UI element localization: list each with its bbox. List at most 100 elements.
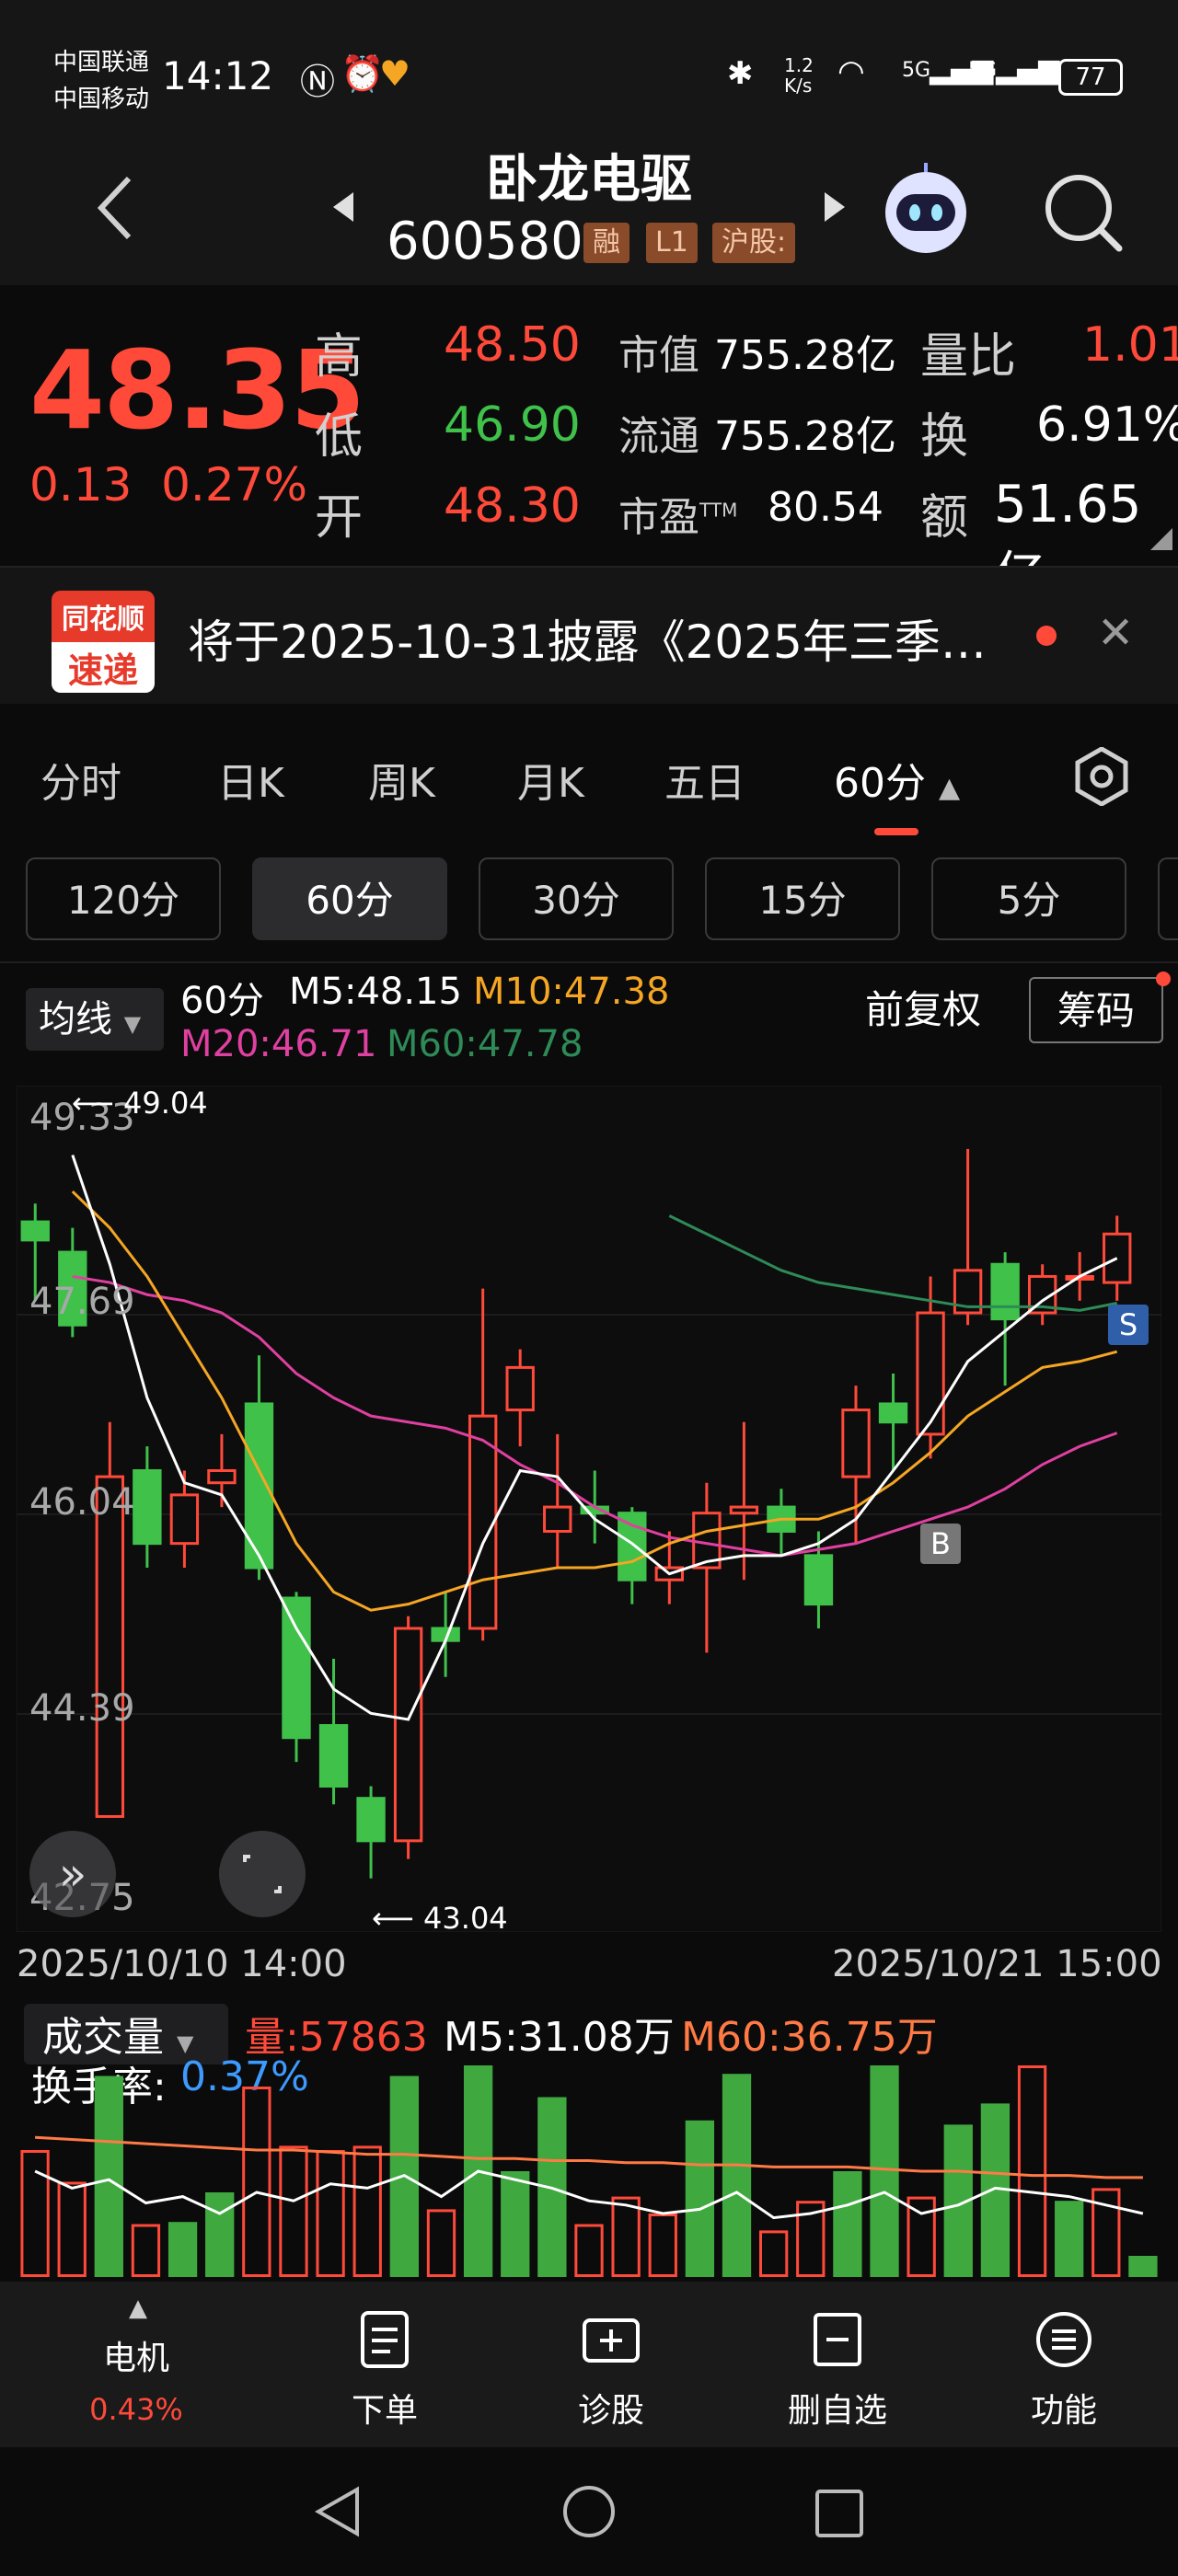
candle-body-5 <box>207 1469 237 1485</box>
tab-daily[interactable]: 日K <box>217 750 284 809</box>
sell-marker[interactable]: S <box>1108 1305 1149 1345</box>
clock: 14:12 <box>162 53 274 98</box>
net-speed: 1.2 K/s <box>784 54 814 97</box>
pill-30min[interactable]: 30分 <box>479 857 674 940</box>
chips-dot <box>1156 972 1171 986</box>
candle-body-21 <box>803 1554 834 1606</box>
badge-bottom: 速递 <box>52 642 155 693</box>
nav-functions[interactable]: 功能 <box>990 2309 1138 2432</box>
ma10-value: M10:47.38 <box>473 971 670 1013</box>
tab-weekly[interactable]: 周K <box>368 750 435 809</box>
volume-bar-1 <box>57 2181 87 2277</box>
volume-bar-27 <box>1017 2065 1047 2277</box>
volume-bar-13 <box>501 2171 530 2277</box>
volume-chart[interactable] <box>17 2001 1161 2277</box>
ma60-value: M60:47.78 <box>387 1023 583 1065</box>
collapse-up-icon[interactable]: ▲ <box>129 2294 147 2322</box>
last-price: 48.35 <box>29 327 365 454</box>
change-percent: 0.27% <box>161 458 307 512</box>
search-icon[interactable] <box>1042 171 1125 258</box>
low-annotation: ⟵ 43.04 <box>372 1901 508 1936</box>
menu-circle-icon <box>990 2309 1138 2384</box>
fast-forward-icon[interactable]: » <box>29 1831 116 1917</box>
y-label-3: 46.04 <box>29 1481 135 1524</box>
robot-assistant-icon[interactable] <box>878 161 974 260</box>
close-icon[interactable]: ✕ <box>1097 607 1134 659</box>
signal-bars-2-icon: ▂▄▆ <box>996 53 1060 86</box>
fullscreen-icon[interactable] <box>219 1831 306 1917</box>
ma-selector[interactable]: 均线 ▼ <box>26 988 164 1051</box>
mktcap-label: 市值 <box>618 332 699 379</box>
high-value: 48.50 <box>444 317 581 373</box>
volume-bar-16 <box>611 2196 641 2277</box>
mktcap-value: 755.28亿 <box>714 332 896 379</box>
arrow-left-icon: ⟵ <box>72 1086 114 1121</box>
volume-bar-5 <box>205 2192 235 2277</box>
sys-home-icon[interactable] <box>561 2484 617 2543</box>
expand-corner-icon[interactable] <box>1150 528 1172 554</box>
tab-60min[interactable]: 60分 ▲ <box>834 750 960 809</box>
news-text[interactable]: 将于2025-10-31披露《2025年三季… <box>188 605 987 672</box>
pill-15min[interactable]: 15分 <box>705 857 900 940</box>
pe-label-text: 市盈 <box>618 494 699 541</box>
prev-stock-icon[interactable] <box>329 189 357 229</box>
tab-monthly[interactable]: 月K <box>517 750 584 809</box>
tag-connect: 沪股: <box>712 223 796 263</box>
candle-body-22 <box>841 1409 871 1478</box>
chevron-down-icon: ▼ <box>123 1011 142 1037</box>
volume-bar-0 <box>20 2150 50 2277</box>
ma-selector-label: 均线 <box>39 998 112 1041</box>
change-value: 0.13 <box>29 458 133 512</box>
candle-body-23 <box>878 1402 908 1424</box>
carrier-labels: 中国联通 中国移动 <box>53 44 149 118</box>
volume-bar-7 <box>279 2145 308 2277</box>
volume-bar-9 <box>352 2145 382 2277</box>
news-badge: 同花顺 速递 <box>52 591 155 693</box>
volume-bar-22 <box>833 2171 862 2277</box>
nav-order[interactable]: 下单 <box>311 2309 458 2432</box>
amount-label: 额 <box>920 490 969 546</box>
volume-bar-6 <box>242 2087 271 2277</box>
float-value: 755.28亿 <box>714 413 896 460</box>
candle-body-2 <box>95 1475 125 1818</box>
buy-marker[interactable]: B <box>920 1524 961 1564</box>
sys-back-icon[interactable] <box>311 2484 366 2543</box>
pill-60min[interactable]: 60分 <box>252 857 447 940</box>
candle-body-19 <box>729 1505 759 1515</box>
y-label-4: 44.39 <box>29 1687 135 1730</box>
open-label: 开 <box>315 490 364 546</box>
nav-diagnose[interactable]: 诊股 <box>537 2309 685 2432</box>
volume-m5-line <box>34 2169 1144 2220</box>
next-stock-icon[interactable] <box>821 189 849 229</box>
volume-bar-19 <box>722 2074 752 2277</box>
volume-bar-30 <box>1128 2256 1158 2277</box>
ma5-value: M5:48.15 <box>289 971 462 1013</box>
nav-stock-name[interactable]: 电机 <box>63 2331 210 2379</box>
candle-body-16 <box>618 1512 647 1581</box>
nav-remove-watchlist[interactable]: 删自选 <box>764 2309 911 2432</box>
tab-five-day[interactable]: 五日 <box>664 750 745 809</box>
candlestick-chart[interactable] <box>17 1086 1161 1932</box>
candle-body-0 <box>20 1220 50 1242</box>
signal-1: 5G <box>902 59 931 82</box>
high-label: 高 <box>315 329 364 385</box>
candle-body-26 <box>990 1262 1020 1321</box>
arrow-left-icon: ⟵ <box>372 1901 414 1936</box>
pill-120min[interactable]: 120分 <box>26 857 221 940</box>
volratio-label: 量比 <box>920 329 1017 385</box>
adjust-button[interactable]: 前复权 <box>865 977 981 1043</box>
low-value: 46.90 <box>444 397 581 453</box>
candle-body-14 <box>543 1505 572 1533</box>
divider <box>0 961 1178 963</box>
date-end: 2025/10/21 15:00 <box>832 1943 1162 1985</box>
pill-5min[interactable]: 5分 <box>931 857 1126 940</box>
sys-recents-icon[interactable] <box>814 2488 865 2543</box>
y-label-2: 47.69 <box>29 1281 135 1323</box>
chips-button[interactable]: 筹码 <box>1029 977 1163 1043</box>
date-start: 2025/10/10 14:00 <box>17 1943 347 1985</box>
settings-icon[interactable] <box>1072 746 1128 807</box>
tab-intraday[interactable]: 分时 <box>40 750 121 809</box>
nav-functions-label: 功能 <box>1030 2392 1097 2430</box>
low-label: 低 <box>315 409 364 465</box>
volume-bar-18 <box>685 2120 715 2277</box>
